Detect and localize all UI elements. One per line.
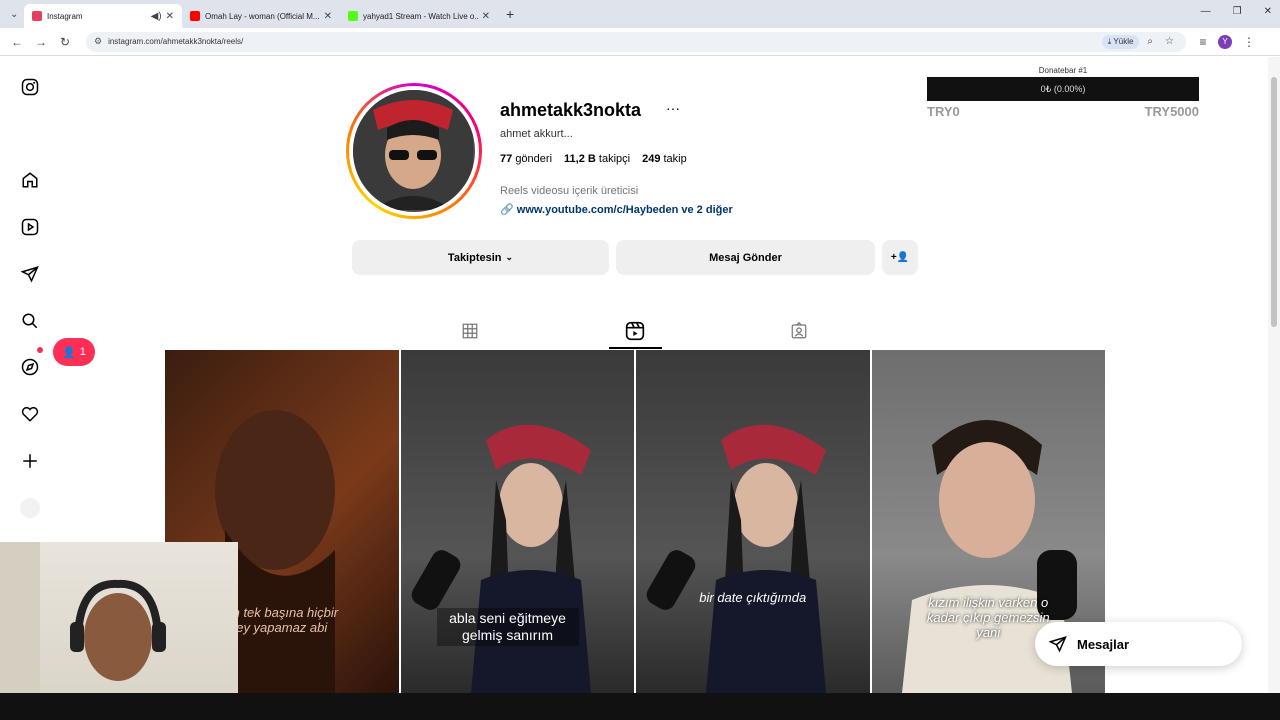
follow-requests-badge[interactable]: 👤 1 [53, 338, 95, 366]
minimize-icon[interactable]: — [1201, 6, 1211, 17]
url-field[interactable]: ⚙ instagram.com/ahmetakk3nokta/reels/ ⤓ … [86, 31, 1186, 52]
profile-avatar-small[interactable] [20, 498, 40, 518]
create-plus-icon[interactable] [20, 451, 40, 471]
tab-kick[interactable]: yahyad1 Stream - Watch Live o... ✕ [340, 4, 498, 28]
browser-menu-icon[interactable]: ⋮ [1242, 35, 1256, 49]
youtube-favicon-icon [190, 11, 200, 21]
zoom-icon[interactable]: ⌕ [1147, 36, 1153, 47]
instagram-logo-icon[interactable] [20, 77, 40, 97]
notification-dot [37, 347, 43, 353]
donation-progress-bar: 0₺ (0.00%) [927, 77, 1199, 101]
profile-category: Reels videosu içerik üreticisi [500, 185, 639, 197]
tab-title: Instagram [47, 11, 83, 21]
tab-close-icon[interactable]: ✕ [324, 11, 332, 22]
tab-tagged-icon[interactable] [789, 320, 809, 342]
kick-favicon-icon [348, 11, 358, 21]
tab-posts-grid-icon[interactable] [460, 320, 480, 342]
send-message-button[interactable]: Mesaj Gönder [616, 240, 875, 275]
profile-username: ahmetakk3nokta [500, 100, 642, 120]
followers-stat[interactable]: 11,2 B takipçi [564, 153, 630, 165]
reel-tile[interactable]: bir date çıktığımda [636, 350, 870, 693]
direct-send-icon [1049, 636, 1067, 653]
reel-tile[interactable]: abla seni eğitmeye gelmiş sanırım [400, 350, 634, 693]
close-window-icon[interactable]: ✕ [1264, 6, 1272, 17]
bookmark-star-icon[interactable]: ☆ [1165, 36, 1174, 47]
suggested-users-button[interactable]: +👤 [882, 240, 918, 275]
badge-count: 1 [79, 346, 86, 358]
profile-stats: 77 gönderi 11,2 B takipçi 249 takip [500, 153, 687, 165]
donation-min: TRY0 [927, 104, 960, 119]
reload-icon[interactable]: ↻ [58, 35, 72, 49]
donation-title: Donatebar #1 [1038, 66, 1088, 75]
messages-button[interactable]: Mesajlar [1035, 622, 1242, 666]
search-icon[interactable] [20, 311, 40, 331]
tab-audio-icon[interactable]: ◀) [151, 11, 162, 22]
donation-max: TRY5000 [1144, 104, 1199, 119]
add-person-icon: +👤 [890, 252, 910, 263]
restore-icon[interactable]: ❐ [1233, 6, 1242, 17]
chevron-down-icon: ⌄ [505, 252, 514, 262]
new-tab-button[interactable]: + [506, 6, 514, 22]
tab-close-icon[interactable]: ✕ [166, 11, 174, 22]
tab-youtube[interactable]: Omah Lay - woman (Official M... ✕ [182, 4, 340, 28]
tab-list-icon[interactable]: ⌄ [10, 9, 24, 20]
reel-caption: abla seni eğitmeye gelmiş sanırım [436, 608, 579, 646]
reels-icon[interactable] [20, 217, 40, 237]
browser-profile-avatar[interactable]: Y [1218, 34, 1232, 49]
address-bar-row: ← → ↻ ⚙ instagram.com/ahmetakk3nokta/ree… [0, 28, 1280, 56]
forward-icon[interactable]: → [34, 35, 48, 49]
tab-close-icon[interactable]: ✕ [482, 11, 490, 22]
site-info-icon[interactable]: ⚙ [94, 36, 102, 47]
notifications-heart-icon[interactable] [20, 404, 40, 424]
scrollbar[interactable] [1268, 57, 1280, 693]
following-button[interactable]: Takiptesin ⌄ [352, 240, 609, 275]
person-icon: 👤 [62, 346, 76, 359]
instagram-favicon-icon [32, 11, 42, 21]
reel-caption: bir date çıktığımda [699, 590, 807, 605]
profile-picture[interactable] [346, 83, 482, 219]
tab-title: Omah Lay - woman (Official M... [205, 11, 320, 21]
posts-stat: 77 gönderi [500, 153, 553, 165]
tab-instagram[interactable]: Instagram ◀) ✕ [24, 4, 182, 28]
reading-list-icon[interactable]: ≡ [1196, 35, 1210, 49]
following-stat[interactable]: 249 takip [642, 153, 687, 165]
reels-grid: en tek başına hiçbir ey yapamaz abi abla… [165, 350, 1105, 693]
link-icon: 🔗 [500, 204, 514, 216]
messages-label: Mesajlar [1077, 636, 1130, 652]
active-tab-indicator [609, 347, 662, 349]
video-bottom-strip [0, 693, 1280, 720]
home-icon[interactable] [20, 170, 40, 190]
explore-icon[interactable] [20, 357, 40, 377]
direct-send-icon[interactable] [20, 264, 40, 284]
tab-title: yahyad1 Stream - Watch Live o... [363, 11, 478, 21]
install-button[interactable]: ⤓ Yükle [1101, 34, 1140, 49]
url-text: instagram.com/ahmetakk3nokta/reels/ [108, 37, 244, 46]
scrollbar-thumb[interactable] [1271, 77, 1277, 327]
profile-link[interactable]: 🔗 www.youtube.com/c/Haybeden ve 2 diğer [500, 203, 733, 216]
browser-tab-bar: ⌄ Instagram ◀) ✕ Omah Lay - woman (Offic… [0, 0, 1280, 28]
donation-bar-widget: Donatebar #1 0₺ (0.00%) TRY0 TRY5000 [927, 66, 1199, 119]
profile-full-name: ahmet akkurt... [500, 128, 573, 140]
profile-tabs [165, 316, 1105, 350]
tab-reels-icon[interactable] [625, 320, 645, 342]
back-icon[interactable]: ← [10, 35, 24, 49]
more-options-icon[interactable]: ··· [666, 100, 680, 116]
sidebar [0, 57, 60, 542]
